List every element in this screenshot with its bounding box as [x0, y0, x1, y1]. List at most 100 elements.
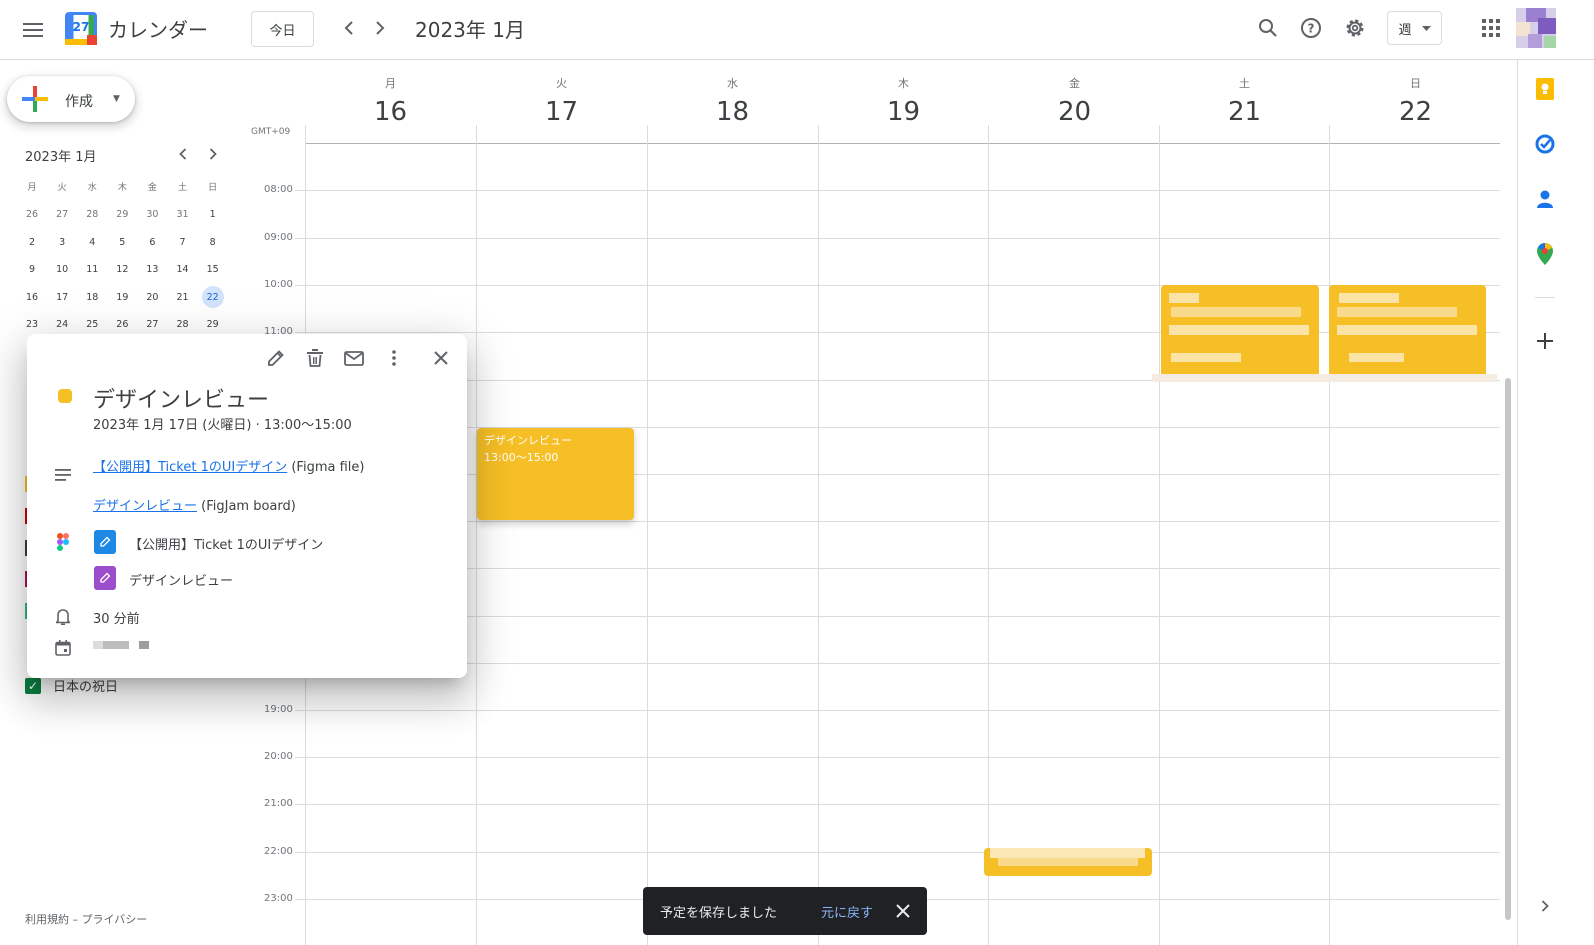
- mini-calendar-day-selected[interactable]: 22: [198, 286, 228, 308]
- snackbar-close-button[interactable]: [892, 900, 914, 922]
- day-header-mon[interactable]: 月 16: [305, 75, 476, 127]
- mini-calendar-day[interactable]: 19: [107, 286, 137, 308]
- day-header-sun[interactable]: 日 22: [1330, 75, 1501, 127]
- weekday-label: 火: [57, 182, 67, 193]
- day-header-weekday: 火: [556, 77, 567, 90]
- chevron-right-icon: [376, 21, 385, 35]
- mini-calendar-day[interactable]: 9: [17, 259, 47, 281]
- google-apps-button[interactable]: [1477, 13, 1505, 43]
- mini-calendar-day[interactable]: 21: [167, 286, 197, 308]
- figma-file-link[interactable]: 【公開用】Ticket 1のUIデザイン: [93, 460, 287, 475]
- event-blurred-sunday[interactable]: [1329, 285, 1486, 377]
- mini-calendar-day[interactable]: 2: [17, 231, 47, 253]
- top-bar: 27 カレンダー 今日 2023年 1月 ? 週: [0, 0, 1594, 60]
- mini-calendar-day[interactable]: 7: [167, 231, 197, 253]
- create-event-button[interactable]: 作成 ▼: [7, 76, 135, 122]
- mini-calendar-day[interactable]: 14: [167, 259, 197, 281]
- mini-calendar-day[interactable]: 25: [77, 314, 107, 336]
- mini-calendar-day[interactable]: 23: [17, 314, 47, 336]
- maps-button[interactable]: [1528, 237, 1562, 271]
- next-week-button[interactable]: [368, 13, 392, 43]
- previous-week-button[interactable]: [337, 13, 361, 43]
- keep-button[interactable]: [1528, 72, 1562, 106]
- mini-calendar-prev-button[interactable]: [172, 143, 194, 165]
- attachment-figjam-board[interactable]: デザインレビュー: [129, 570, 233, 589]
- terms-privacy-links[interactable]: 利用規約 – プライバシー: [25, 911, 147, 927]
- event-blurred-friday[interactable]: [984, 848, 1152, 876]
- mini-calendar-day[interactable]: 24: [47, 314, 77, 336]
- view-selector-label: 週: [1398, 22, 1412, 38]
- mini-calendar-day[interactable]: 29: [107, 204, 137, 226]
- chevron-left-icon: [179, 148, 187, 160]
- more-options-button[interactable]: [380, 344, 408, 372]
- figjam-board-link[interactable]: デザインレビュー: [93, 499, 197, 514]
- plus-color-icon: [22, 86, 48, 112]
- more-vert-icon: [392, 350, 396, 366]
- figjam-file-icon: [94, 566, 116, 590]
- help-button[interactable]: ?: [1296, 13, 1326, 43]
- mini-calendar-day[interactable]: 13: [137, 259, 167, 281]
- today-button[interactable]: 今日: [251, 11, 314, 47]
- mini-calendar-day[interactable]: 8: [198, 231, 228, 253]
- edit-event-button[interactable]: [262, 344, 290, 372]
- day-header-sat[interactable]: 土 21: [1159, 75, 1330, 127]
- day-header-thu[interactable]: 木 19: [818, 75, 989, 127]
- event-design-review[interactable]: デザインレビュー 13:00～15:00: [477, 428, 634, 520]
- search-button[interactable]: [1253, 13, 1283, 43]
- get-addons-button[interactable]: [1528, 324, 1562, 358]
- contacts-button[interactable]: [1528, 182, 1562, 216]
- hamburger-menu-icon: [23, 23, 43, 37]
- hour-gridline: [295, 852, 1500, 853]
- settings-button[interactable]: [1340, 13, 1370, 43]
- mini-calendar-day[interactable]: 1: [198, 204, 228, 226]
- mini-calendar-day[interactable]: 27: [47, 204, 77, 226]
- undo-button[interactable]: 元に戻す: [821, 902, 873, 921]
- day-header-weekday: 水: [727, 77, 738, 90]
- delete-event-button[interactable]: [301, 344, 329, 372]
- figma-file-icon: [94, 530, 116, 554]
- main-menu-button[interactable]: [15, 12, 51, 48]
- mini-calendar-day[interactable]: 4: [77, 231, 107, 253]
- account-avatar[interactable]: [1516, 8, 1556, 48]
- close-popup-button[interactable]: [427, 344, 455, 372]
- email-guests-button[interactable]: [340, 344, 368, 372]
- day-header-tue[interactable]: 火 17: [476, 75, 647, 127]
- view-selector[interactable]: 週: [1387, 11, 1442, 45]
- calendar-logo[interactable]: 27: [65, 12, 97, 45]
- mini-calendar-day[interactable]: 12: [107, 259, 137, 281]
- mini-calendar-day[interactable]: 10: [47, 259, 77, 281]
- tasks-button[interactable]: [1528, 127, 1562, 161]
- mini-calendar-day[interactable]: 27: [137, 314, 167, 336]
- day-header-wed[interactable]: 水 18: [647, 75, 818, 127]
- mini-calendar-day[interactable]: 29: [198, 314, 228, 336]
- event-blurred-saturday[interactable]: [1161, 285, 1319, 377]
- checkbox-checked-icon[interactable]: ✓: [25, 677, 41, 694]
- mini-calendar-next-button[interactable]: [202, 143, 224, 165]
- mini-calendar-day[interactable]: 20: [137, 286, 167, 308]
- mini-calendar-day[interactable]: 16: [17, 286, 47, 308]
- mini-calendar-day[interactable]: 5: [107, 231, 137, 253]
- mini-calendar-day[interactable]: 28: [77, 204, 107, 226]
- mini-calendar-month: 2023年 1月: [25, 150, 97, 165]
- app-title[interactable]: カレンダー: [108, 14, 208, 43]
- mini-calendar-day[interactable]: 3: [47, 231, 77, 253]
- close-icon: [434, 351, 448, 365]
- holiday-calendar-item[interactable]: ✓ 日本の祝日: [25, 676, 118, 695]
- mini-calendar-day[interactable]: 26: [107, 314, 137, 336]
- mini-calendar-day[interactable]: 31: [167, 204, 197, 226]
- mini-calendar-day[interactable]: 6: [137, 231, 167, 253]
- day-header-fri[interactable]: 金 20: [989, 75, 1160, 127]
- time-label: 20:00: [264, 751, 293, 762]
- mini-calendar-day[interactable]: 28: [167, 314, 197, 336]
- grid-scrollbar[interactable]: [1505, 378, 1511, 920]
- contacts-icon: [1537, 190, 1553, 208]
- mini-calendar-day[interactable]: 26: [17, 204, 47, 226]
- mini-calendar-day[interactable]: 30: [137, 204, 167, 226]
- mini-calendar-day[interactable]: 18: [77, 286, 107, 308]
- popup-event-datetime: 2023年 1月 17日 (火曜日) · 13:00～15:00: [93, 418, 352, 433]
- mini-calendar-day[interactable]: 11: [77, 259, 107, 281]
- expand-side-panel-button[interactable]: [1528, 889, 1562, 923]
- mini-calendar-day[interactable]: 15: [198, 259, 228, 281]
- attachment-figma-file[interactable]: 【公開用】Ticket 1のUIデザイン: [129, 534, 323, 553]
- mini-calendar-day[interactable]: 17: [47, 286, 77, 308]
